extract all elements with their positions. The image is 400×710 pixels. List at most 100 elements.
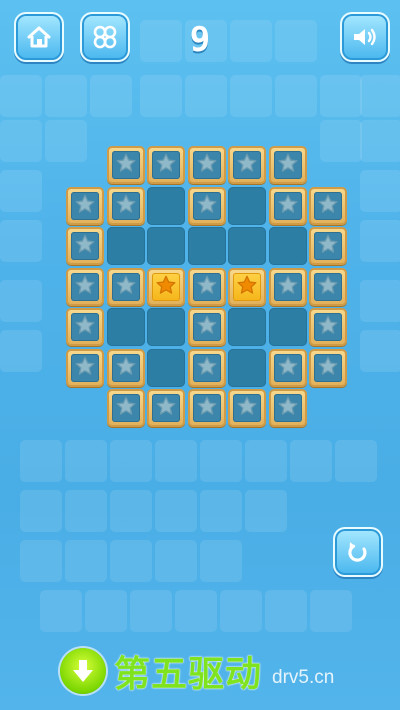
star-tile[interactable] (187, 267, 226, 306)
tile-face (192, 272, 221, 301)
four-leaf-grid-icon (93, 25, 117, 49)
tile-face (111, 353, 140, 382)
sound-button[interactable] (340, 12, 390, 62)
star-tile[interactable] (268, 348, 307, 387)
tile-face (111, 191, 140, 220)
star-tile[interactable] (187, 186, 226, 225)
tile-face (111, 272, 140, 301)
star-tile[interactable] (268, 267, 307, 306)
board-slot[interactable] (228, 186, 266, 225)
tile-face (192, 151, 221, 179)
star-tile[interactable] (268, 186, 307, 225)
background-square (360, 330, 400, 372)
tile-face (152, 151, 180, 179)
background-square (110, 540, 152, 582)
board-slot[interactable] (228, 308, 266, 346)
background-square (310, 590, 352, 632)
star-tile[interactable] (106, 186, 145, 225)
star-tile[interactable] (106, 146, 145, 184)
background-square (45, 120, 87, 162)
board-slot[interactable] (268, 227, 307, 265)
level-number: 9 (189, 20, 211, 60)
background-square (360, 170, 400, 212)
background-square (20, 540, 62, 582)
background-square (360, 220, 400, 262)
star-tile[interactable] (187, 308, 226, 346)
tile-face (192, 191, 221, 220)
star-icon (277, 274, 299, 300)
star-tile[interactable] (309, 186, 347, 225)
star-tile[interactable] (268, 389, 307, 427)
star-tile[interactable] (66, 348, 104, 387)
background-square (0, 280, 42, 322)
background-square (360, 120, 400, 162)
background-square (90, 75, 132, 117)
gold-star-tile[interactable] (228, 267, 266, 306)
tile-face (71, 313, 99, 341)
star-tile[interactable] (187, 348, 226, 387)
star-tile[interactable] (106, 267, 145, 306)
star-tile[interactable] (187, 389, 226, 427)
watermark-brand: 第五驱动 (114, 654, 263, 695)
star-icon (115, 355, 137, 381)
background-square (155, 540, 197, 582)
star-icon (196, 193, 218, 219)
board-slot[interactable] (187, 227, 226, 265)
star-tile[interactable] (309, 308, 347, 346)
star-tile[interactable] (147, 146, 185, 184)
board-slot[interactable] (268, 308, 307, 346)
tile-face (71, 272, 99, 301)
star-tile[interactable] (228, 389, 266, 427)
background-square (0, 120, 42, 162)
tile-face (233, 151, 261, 179)
star-tile[interactable] (106, 348, 145, 387)
background-square (130, 590, 172, 632)
board-slot[interactable] (147, 227, 185, 265)
board-slot[interactable] (147, 308, 185, 346)
board-slot[interactable] (228, 348, 266, 387)
star-icon (115, 152, 137, 178)
star-icon (74, 274, 96, 300)
tile-face (152, 394, 180, 422)
background-square (275, 75, 317, 117)
tile-face (233, 272, 261, 301)
tile-face (111, 151, 140, 179)
background-square (290, 440, 332, 482)
background-square (360, 75, 400, 117)
star-icon (196, 395, 218, 421)
home-button[interactable] (14, 12, 64, 62)
star-tile[interactable] (309, 227, 347, 265)
star-tile[interactable] (66, 267, 104, 306)
board-slot[interactable] (147, 186, 185, 225)
star-tile[interactable] (66, 186, 104, 225)
board-slot[interactable] (228, 227, 266, 265)
background-square (265, 590, 307, 632)
game-screen: 9 第五驱动 drv5.cn (0, 0, 400, 710)
star-tile[interactable] (268, 146, 307, 184)
speaker-icon (354, 28, 376, 46)
tile-face (192, 353, 221, 382)
star-tile[interactable] (147, 389, 185, 427)
background-square (65, 540, 107, 582)
board-slot[interactable] (147, 348, 185, 387)
star-tile[interactable] (187, 146, 226, 184)
background-square (220, 590, 262, 632)
star-tile[interactable] (66, 227, 104, 265)
star-tile[interactable] (309, 267, 347, 306)
background-square (0, 330, 42, 372)
star-icon (317, 274, 339, 300)
undo-button[interactable] (333, 527, 383, 577)
background-square (320, 120, 362, 162)
star-tile[interactable] (228, 146, 266, 184)
star-icon (196, 314, 218, 340)
level-menu-button[interactable] (80, 12, 130, 62)
star-tile[interactable] (66, 308, 104, 346)
star-tile[interactable] (309, 348, 347, 387)
background-square (0, 75, 42, 117)
background-square (140, 20, 182, 62)
gold-star-tile[interactable] (147, 267, 185, 306)
tile-face (273, 191, 302, 220)
star-tile[interactable] (106, 389, 145, 427)
board-slot[interactable] (106, 308, 145, 346)
board-slot[interactable] (106, 227, 145, 265)
